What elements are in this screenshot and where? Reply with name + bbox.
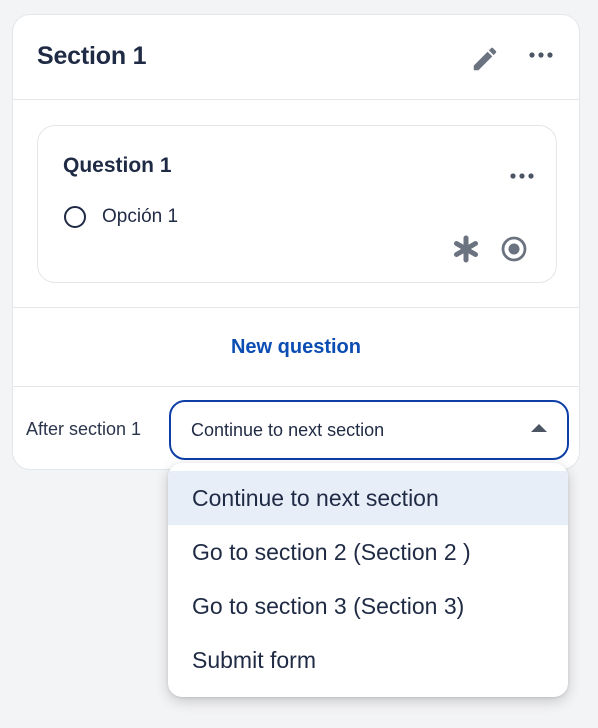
question-card[interactable]: Question 1 Opción 1 bbox=[37, 125, 557, 283]
option-label: Opción 1 bbox=[102, 206, 179, 227]
new-question-button[interactable]: New question bbox=[231, 336, 361, 359]
more-horizontal-icon bbox=[529, 52, 553, 58]
section-title: Section 1 bbox=[37, 42, 147, 70]
more-horizontal-icon bbox=[510, 173, 534, 179]
dropdown-option-continue[interactable]: Continue to next section bbox=[168, 471, 568, 525]
question-more-button[interactable] bbox=[504, 158, 540, 194]
option-row: Opción 1 bbox=[64, 206, 178, 228]
required-toggle-button[interactable] bbox=[449, 232, 483, 266]
asterisk-icon bbox=[454, 235, 478, 263]
section-card: Section 1 Question 1 Opción 1 New questi… bbox=[12, 14, 580, 470]
radio-option-icon bbox=[64, 206, 86, 228]
section-more-button[interactable] bbox=[521, 35, 561, 75]
radio-button-icon bbox=[501, 236, 527, 262]
dropdown-menu: Continue to next section Go to section 2… bbox=[168, 463, 568, 697]
after-section-label: After section 1 bbox=[26, 419, 142, 439]
new-question-row: New question bbox=[13, 307, 579, 387]
question-title: Question 1 bbox=[63, 154, 172, 177]
dropdown-option-section-2[interactable]: Go to section 2 (Section 2 ) bbox=[168, 525, 568, 579]
dropdown-option-submit[interactable]: Submit form bbox=[168, 633, 568, 687]
select-value: Continue to next section bbox=[191, 420, 385, 440]
edit-section-button[interactable] bbox=[465, 39, 505, 79]
caret-up-icon bbox=[531, 424, 547, 432]
dropdown-option-section-3[interactable]: Go to section 3 (Section 3) bbox=[168, 579, 568, 633]
after-section-select[interactable]: Continue to next section bbox=[169, 400, 569, 460]
pencil-icon bbox=[473, 47, 497, 71]
question-type-button[interactable] bbox=[497, 232, 531, 266]
section-header: Section 1 bbox=[13, 15, 579, 100]
